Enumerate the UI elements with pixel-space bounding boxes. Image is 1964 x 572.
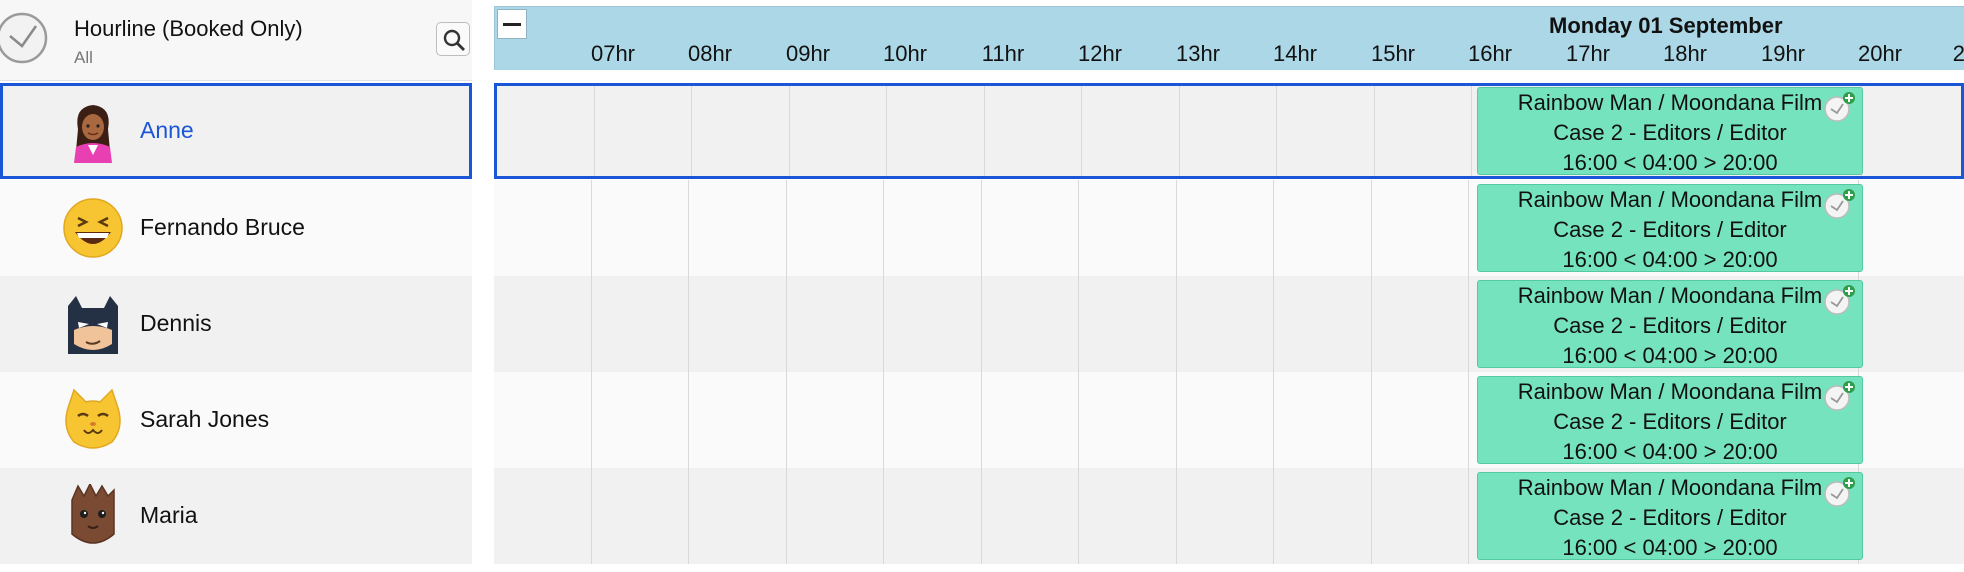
booking-role: Case 2 - Editors / Editor bbox=[1553, 505, 1787, 530]
hour-label: 15hr bbox=[1370, 41, 1416, 66]
hour-label: 09hr bbox=[785, 41, 831, 66]
hour-label: 10hr bbox=[882, 41, 928, 66]
tree-creature-avatar-icon bbox=[71, 484, 115, 544]
booking-time: 16:00 < 04:00 > 20:00 bbox=[1562, 247, 1778, 272]
resource-row-fernando-bruce[interactable]: Fernando Bruce bbox=[0, 180, 472, 276]
resource-row-anne[interactable]: Anne bbox=[0, 83, 472, 179]
booking-time: 16:00 < 04:00 > 20:00 bbox=[1562, 343, 1778, 368]
booking-time: 16:00 < 04:00 > 20:00 bbox=[1562, 535, 1778, 560]
hour-label: 11hr bbox=[981, 41, 1025, 66]
person-name[interactable]: Dennis bbox=[140, 310, 212, 337]
timeline-header: Monday 01 September 07hr 08hr 09hr 10hr … bbox=[494, 6, 1964, 70]
booking-role: Case 2 - Editors / Editor bbox=[1553, 313, 1787, 338]
timeline-row-dennis[interactable]: Rainbow Man / Moondana Film Case 2 - Edi… bbox=[494, 276, 1964, 372]
add-clock-icon[interactable] bbox=[1822, 90, 1856, 124]
booking-time: 16:00 < 04:00 > 20:00 bbox=[1562, 150, 1778, 175]
person-name[interactable]: Sarah Jones bbox=[140, 406, 269, 433]
booking-time: 16:00 < 04:00 > 20:00 bbox=[1562, 439, 1778, 464]
hour-label: 13hr bbox=[1175, 41, 1221, 66]
booking-role: Case 2 - Editors / Editor bbox=[1553, 409, 1787, 434]
person-name[interactable]: Fernando Bruce bbox=[140, 214, 305, 241]
booking-project: Rainbow Man / Moondana Film bbox=[1517, 379, 1823, 404]
add-clock-icon[interactable] bbox=[1822, 283, 1856, 317]
booking-role: Case 2 - Editors / Editor bbox=[1553, 217, 1787, 242]
resource-row-dennis[interactable]: Dennis bbox=[0, 276, 472, 372]
resource-row-sarah-jones[interactable]: Sarah Jones bbox=[0, 372, 472, 468]
booking-project: Rainbow Man / Moondana Film bbox=[1517, 475, 1823, 500]
hour-label: 16hr bbox=[1467, 41, 1513, 66]
hour-label: 14hr bbox=[1272, 41, 1318, 66]
hour-label: 12hr bbox=[1077, 41, 1123, 66]
cat-face-avatar-icon bbox=[65, 388, 121, 449]
add-clock-icon[interactable] bbox=[1822, 187, 1856, 221]
search-button[interactable] bbox=[436, 22, 470, 56]
hour-label: 20hr bbox=[1857, 41, 1903, 66]
woman-avatar-icon bbox=[74, 105, 112, 163]
hour-label: 08hr bbox=[687, 41, 733, 66]
timeline-row-anne[interactable]: Rainbow Man / Moondana Film Case 2 - Edi… bbox=[494, 83, 1964, 179]
bat-mask-avatar-icon bbox=[68, 296, 118, 354]
hour-label: 19hr bbox=[1760, 41, 1806, 66]
search-icon bbox=[443, 29, 465, 51]
person-name[interactable]: Anne bbox=[140, 117, 194, 144]
booking-role: Case 2 - Editors / Editor bbox=[1553, 120, 1787, 145]
timeline-row-maria[interactable]: Rainbow Man / Moondana Film Case 2 - Edi… bbox=[494, 468, 1964, 564]
booking-block[interactable]: Rainbow Man / Moondana Film Case 2 - Edi… bbox=[1477, 184, 1863, 272]
booking-block[interactable]: Rainbow Man / Moondana Film Case 2 - Edi… bbox=[1477, 87, 1863, 175]
date-title: Monday 01 September bbox=[1549, 13, 1783, 38]
hour-label: 17hr bbox=[1565, 41, 1611, 66]
person-name[interactable]: Maria bbox=[140, 502, 198, 529]
booking-project: Rainbow Man / Moondana Film bbox=[1517, 187, 1823, 212]
booking-block[interactable]: Rainbow Man / Moondana Film Case 2 - Edi… bbox=[1477, 472, 1863, 560]
hour-label: 18hr bbox=[1662, 41, 1708, 66]
add-clock-icon[interactable] bbox=[1822, 475, 1856, 509]
add-clock-icon[interactable] bbox=[1822, 379, 1856, 413]
timeline-row-fernando-bruce[interactable]: Rainbow Man / Moondana Film Case 2 - Edi… bbox=[494, 180, 1964, 276]
filter-label[interactable]: All bbox=[74, 48, 93, 68]
clock-icon[interactable] bbox=[0, 8, 50, 64]
timeline-row-sarah-jones[interactable]: Rainbow Man / Moondana Film Case 2 - Edi… bbox=[494, 372, 1964, 468]
booking-block[interactable]: Rainbow Man / Moondana Film Case 2 - Edi… bbox=[1477, 280, 1863, 368]
hour-label: 07hr bbox=[590, 41, 636, 66]
collapse-button[interactable] bbox=[497, 9, 527, 39]
resource-row-maria[interactable]: Maria bbox=[0, 468, 472, 564]
hour-label: 2 bbox=[1952, 41, 1964, 66]
booking-block[interactable]: Rainbow Man / Moondana Film Case 2 - Edi… bbox=[1477, 376, 1863, 464]
booking-project: Rainbow Man / Moondana Film bbox=[1517, 283, 1823, 308]
view-title: Hourline (Booked Only) bbox=[74, 16, 303, 41]
booking-project: Rainbow Man / Moondana Film bbox=[1517, 90, 1823, 115]
grinning-face-avatar-icon bbox=[63, 198, 123, 258]
resource-panel-header: Hourline (Booked Only) All bbox=[0, 0, 472, 81]
